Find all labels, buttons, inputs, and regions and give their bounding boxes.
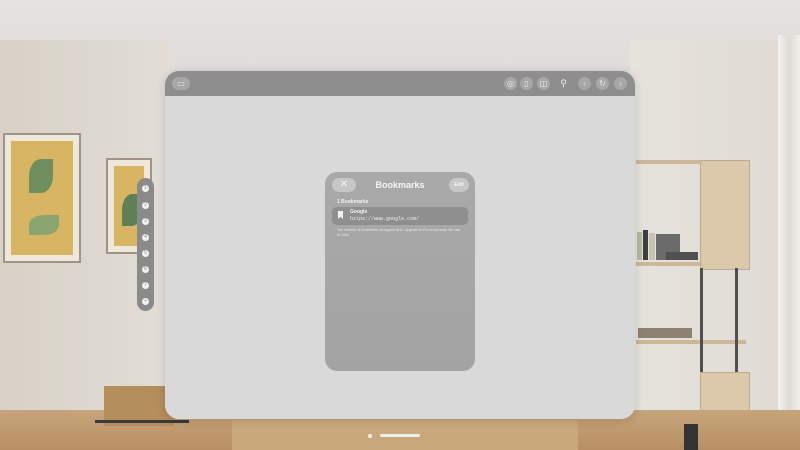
- book: [643, 230, 648, 260]
- tab-sidebar: 1 2 3 4 5 6 7 +: [137, 178, 154, 311]
- shelf-post: [735, 268, 738, 372]
- sidebar-tab-5[interactable]: 5: [142, 250, 149, 257]
- back-button[interactable]: ‹: [578, 77, 591, 90]
- side-table-rail: [95, 420, 189, 423]
- bookmark-icon: [338, 211, 343, 219]
- tabs-overview-button[interactable]: ▭: [172, 77, 190, 90]
- book: [649, 233, 655, 260]
- sidebar-tab-6[interactable]: 6: [142, 266, 149, 273]
- chevron-right-icon: ›: [619, 79, 622, 88]
- bookmarks-panel: ✕ Bookmarks Edit 1 Bookmarks Google http…: [325, 172, 475, 371]
- bookmark-item[interactable]: Google https://www.google.com/: [332, 207, 468, 225]
- search-icon: ⚲: [560, 78, 567, 88]
- book: [638, 328, 692, 338]
- tabs-overview-icon: ▭: [177, 79, 185, 88]
- browser-toolbar: ▭ ◎ ▯ ◫ ⚲ ‹ ↻ ›: [165, 71, 635, 96]
- wall-art-left: [3, 133, 81, 263]
- sidebar-add-tab-button[interactable]: +: [142, 298, 149, 305]
- book: [637, 232, 642, 260]
- forward-button[interactable]: ›: [614, 77, 627, 90]
- floor-object: [684, 424, 698, 450]
- share-icon: ◎: [507, 79, 514, 88]
- sidebar-tab-3[interactable]: 3: [142, 218, 149, 225]
- bookmark-url: https://www.google.com/: [350, 216, 420, 222]
- window-close-dot[interactable]: [368, 434, 372, 438]
- window-grab-handle[interactable]: [380, 434, 420, 437]
- shelf-cabinet-top: [700, 160, 750, 270]
- chevron-left-icon: ‹: [583, 79, 586, 88]
- book: [666, 252, 698, 260]
- share-button[interactable]: ◎: [504, 77, 517, 90]
- sidebar-tab-7[interactable]: 7: [142, 282, 149, 289]
- bookmark-icon: ▯: [524, 79, 529, 88]
- curtain: [778, 35, 800, 425]
- browser-window: ▭ ◎ ▯ ◫ ⚲ ‹ ↻ › ✕ Bookmarks Edit 1 Bookm…: [165, 71, 635, 419]
- web-content: ✕ Bookmarks Edit 1 Bookmarks Google http…: [165, 96, 635, 419]
- search-button[interactable]: ⚲: [557, 77, 570, 90]
- sidebar-tab-2[interactable]: 2: [142, 202, 149, 209]
- wall-art-leaf: [29, 159, 53, 193]
- edit-button[interactable]: Edit: [449, 178, 469, 192]
- bookmark-cap-note: The number of bookmarks is capped at 6. …: [337, 228, 461, 237]
- sidebar-tab-4[interactable]: 4: [142, 234, 149, 241]
- sidebar-toggle-button[interactable]: ◫: [537, 77, 550, 90]
- bookmarks-section-header: 1 Bookmarks: [337, 199, 369, 205]
- reload-button[interactable]: ↻: [596, 77, 609, 90]
- reload-icon: ↻: [599, 79, 606, 88]
- shelf-post: [700, 268, 703, 372]
- shelf-board: [636, 262, 702, 266]
- shelf-board: [636, 340, 746, 344]
- sidebar-icon: ◫: [539, 79, 548, 88]
- sidebar-tab-1[interactable]: 1: [142, 185, 149, 192]
- bookmarks-button[interactable]: ▯: [520, 77, 533, 90]
- wall-art-leaf: [29, 215, 59, 235]
- bookmark-title: Google: [350, 209, 368, 215]
- wall-art-left-canvas: [11, 141, 73, 255]
- shelf-board: [636, 160, 702, 164]
